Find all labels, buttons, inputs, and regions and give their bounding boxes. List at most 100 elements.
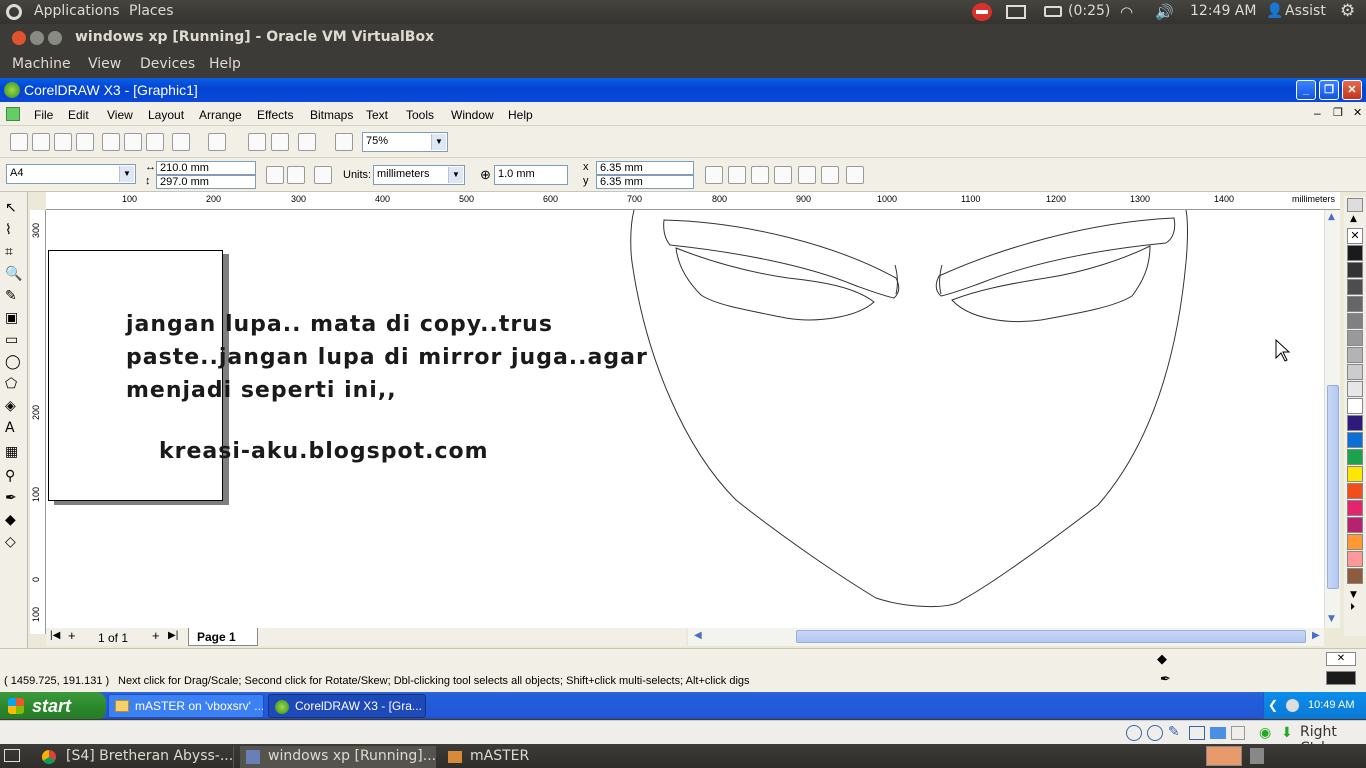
horizontal-scroll-thumb[interactable] [796, 630, 1306, 643]
chevron-down-icon[interactable]: ▼ [448, 167, 463, 183]
snap-grid-icon[interactable] [705, 166, 723, 184]
color-swatch[interactable] [1347, 466, 1363, 482]
hdd-icon[interactable] [1126, 725, 1142, 741]
portrait-icon[interactable] [266, 166, 284, 184]
color-swatch[interactable] [1347, 279, 1363, 295]
minimize-button[interactable]: _ [1296, 80, 1316, 100]
close-icon[interactable] [12, 31, 26, 45]
task-explorer[interactable]: mASTER on 'vboxsrv' ... [108, 694, 264, 718]
units-select[interactable]: millimeters ▼ [373, 165, 465, 185]
task-coreldraw[interactable]: CorelDRAW X3 - [Gra... [268, 694, 426, 718]
menu-edit[interactable]: Edit [68, 108, 89, 122]
palette-up-icon[interactable]: ▲ [1350, 214, 1357, 224]
rectangle-tool-icon[interactable]: ▭ [5, 332, 18, 348]
show-desktop-icon[interactable] [4, 749, 20, 762]
treat-as-filled-icon[interactable] [798, 166, 816, 184]
page-height-field[interactable]: 297.0 mm [156, 175, 256, 189]
fill-indicator-icon[interactable]: ◆ [1157, 651, 1167, 667]
color-swatch[interactable] [1347, 534, 1363, 550]
right-eyebrow[interactable] [935, 217, 1176, 297]
export-icon[interactable] [271, 133, 289, 151]
redo-icon[interactable] [208, 133, 226, 151]
outline-indicator-icon[interactable]: ✒ [1160, 671, 1171, 687]
start-button[interactable]: start [0, 692, 106, 719]
task-folder[interactable]: mASTER [442, 746, 602, 768]
clock[interactable]: 12:49 AM [1190, 3, 1256, 19]
dynamic-guides-icon[interactable] [774, 166, 792, 184]
minimize-icon[interactable] [30, 31, 44, 45]
pick-tool-icon[interactable]: ↖ [5, 200, 17, 216]
print-icon[interactable] [76, 133, 94, 151]
color-swatch[interactable] [1347, 364, 1363, 380]
face-outline[interactable] [630, 210, 1188, 607]
color-swatch[interactable] [1347, 296, 1363, 312]
polygon-tool-icon[interactable]: ⬠ [5, 376, 17, 392]
scroll-left-icon[interactable]: ◀ [694, 630, 702, 641]
no-entry-icon[interactable] [972, 3, 992, 21]
menu-devices[interactable]: Devices [140, 56, 195, 72]
paper-type-select[interactable]: A4 ▼ [6, 164, 136, 184]
no-fill-swatch[interactable]: ✕ [1326, 652, 1356, 666]
network-icon[interactable] [1189, 726, 1205, 740]
color-swatch[interactable] [1347, 432, 1363, 448]
menu-help[interactable]: Help [209, 56, 241, 72]
first-page-icon[interactable]: |◀ [50, 630, 60, 641]
restore-button[interactable]: ❐ [1319, 80, 1339, 100]
left-eye[interactable] [675, 247, 875, 321]
fill-tool-icon[interactable]: ◆ [5, 512, 16, 528]
mail-icon[interactable] [1006, 5, 1026, 19]
xp-clock[interactable]: 10:49 AM [1308, 699, 1354, 711]
horizontal-scrollbar[interactable]: ◀ ▶ [688, 628, 1324, 646]
no-color-swatch[interactable]: ✕ [1347, 228, 1363, 244]
color-swatch[interactable] [1347, 381, 1363, 397]
face-drawing[interactable] [46, 210, 1324, 628]
menu-view[interactable]: View [107, 108, 133, 122]
shared-folders-icon[interactable] [1210, 727, 1226, 739]
menu-text[interactable]: Text [366, 108, 388, 122]
menu-help[interactable]: Help [508, 108, 533, 122]
outline-color-swatch[interactable] [1326, 671, 1356, 685]
color-swatch[interactable] [1347, 398, 1363, 414]
duplicate-y-field[interactable]: 6.35 mm [596, 175, 694, 189]
vertical-scroll-thumb[interactable] [1327, 385, 1339, 589]
menu-effects[interactable]: Effects [257, 108, 293, 122]
color-swatch[interactable] [1347, 568, 1363, 584]
color-swatch[interactable] [1347, 449, 1363, 465]
color-swatch[interactable] [1347, 262, 1363, 278]
tray-app-icon[interactable] [1286, 699, 1299, 712]
cd-icon[interactable] [1147, 725, 1163, 741]
chevron-down-icon[interactable]: ▼ [431, 134, 446, 150]
vertical-ruler[interactable]: 300 200 100 0 100 [30, 210, 46, 634]
capture-icon[interactable] [1231, 726, 1245, 740]
text-tool-icon[interactable]: A [5, 420, 15, 436]
menu-layout[interactable]: Layout [148, 108, 184, 122]
menu-window[interactable]: Window [451, 108, 494, 122]
outline-pen-icon[interactable]: ✒ [5, 490, 17, 506]
palette-menu-icon[interactable] [1347, 198, 1363, 212]
welcome-screen-icon[interactable] [335, 133, 353, 151]
draw-nested-icon[interactable] [821, 166, 839, 184]
chevron-down-icon[interactable]: ▼ [119, 166, 134, 182]
options-icon[interactable] [846, 166, 864, 184]
user-name[interactable]: Assist [1285, 3, 1326, 19]
menu-machine[interactable]: Machine [12, 56, 71, 72]
zoom-tool-icon[interactable]: 🔍 [5, 266, 22, 282]
color-swatch[interactable] [1347, 517, 1363, 533]
drawing-canvas[interactable]: jangan lupa.. mata di copy..trus paste..… [46, 210, 1324, 628]
color-swatch[interactable] [1347, 551, 1363, 567]
scroll-up-icon[interactable]: ▲ [1328, 212, 1335, 222]
tray-expand-icon[interactable]: ❮ [1268, 698, 1278, 712]
menu-tools[interactable]: Tools [406, 108, 434, 122]
volume-icon[interactable]: 🔊 [1155, 3, 1174, 21]
palette-down-icon[interactable]: ▼ [1350, 590, 1357, 600]
last-page-icon[interactable]: ▶| [168, 630, 178, 641]
menu-bitmaps[interactable]: Bitmaps [310, 108, 353, 122]
doc-close-icon[interactable]: ✕ [1353, 106, 1362, 119]
wifi-icon[interactable]: ◠ [1120, 3, 1133, 21]
task-virtualbox[interactable]: windows xp [Running]... [240, 746, 436, 768]
battery-icon[interactable] [1044, 6, 1062, 17]
add-page-icon[interactable]: + [68, 628, 76, 643]
zoom-select[interactable]: 75% ▼ [362, 132, 448, 152]
usb-icon[interactable]: ✎ [1168, 724, 1180, 740]
color-swatch[interactable] [1347, 330, 1363, 346]
